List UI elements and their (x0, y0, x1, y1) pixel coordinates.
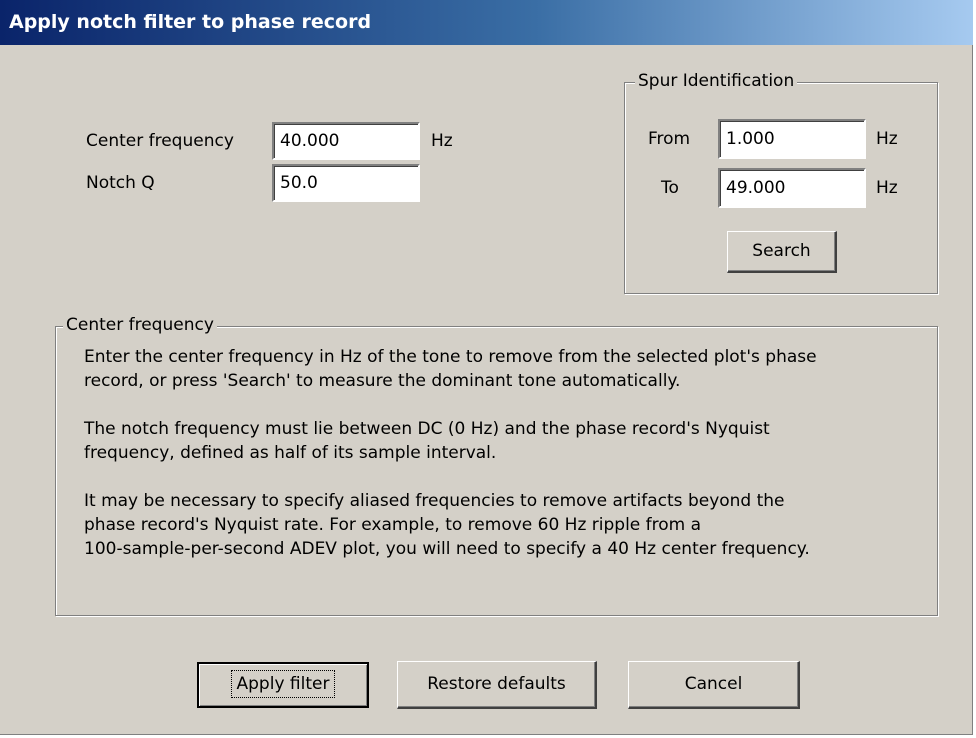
spur-identification-title: Spur Identification (635, 71, 798, 91)
help-paragraph: Enter the center frequency in Hz of the … (84, 347, 817, 391)
apply-filter-button[interactable]: Apply filter (197, 662, 369, 708)
spur-to-label: To (661, 178, 679, 198)
dialog-title: Apply notch filter to phase record (9, 11, 372, 33)
spur-from-unit: Hz (876, 129, 898, 149)
cancel-button[interactable]: Cancel (628, 661, 800, 709)
spur-to-unit: Hz (876, 178, 898, 198)
notch-filter-dialog: Apply notch filter to phase record Cente… (0, 0, 973, 735)
help-paragraph: The notch frequency must lie between DC … (84, 419, 770, 463)
spur-from-input[interactable] (718, 119, 866, 159)
title-bar[interactable]: Apply notch filter to phase record (0, 0, 973, 45)
center-frequency-input[interactable] (272, 122, 420, 160)
search-button[interactable]: Search (727, 231, 837, 273)
center-frequency-unit: Hz (431, 131, 453, 151)
search-button-label: Search (752, 241, 811, 261)
help-group-title: Center frequency (63, 315, 217, 335)
help-text: Enter the center frequency in Hz of the … (84, 345, 924, 585)
notch-q-input[interactable] (272, 164, 420, 202)
apply-filter-button-label: Apply filter (230, 670, 336, 698)
notch-q-label: Notch Q (86, 173, 155, 193)
spur-from-label: From (648, 129, 691, 149)
restore-defaults-button-label: Restore defaults (427, 674, 566, 694)
cancel-button-label: Cancel (684, 674, 743, 694)
spur-to-input[interactable] (718, 168, 866, 208)
restore-defaults-button[interactable]: Restore defaults (397, 661, 597, 709)
center-frequency-label: Center frequency (86, 131, 234, 151)
help-paragraph: It may be necessary to specify aliased f… (84, 491, 810, 559)
